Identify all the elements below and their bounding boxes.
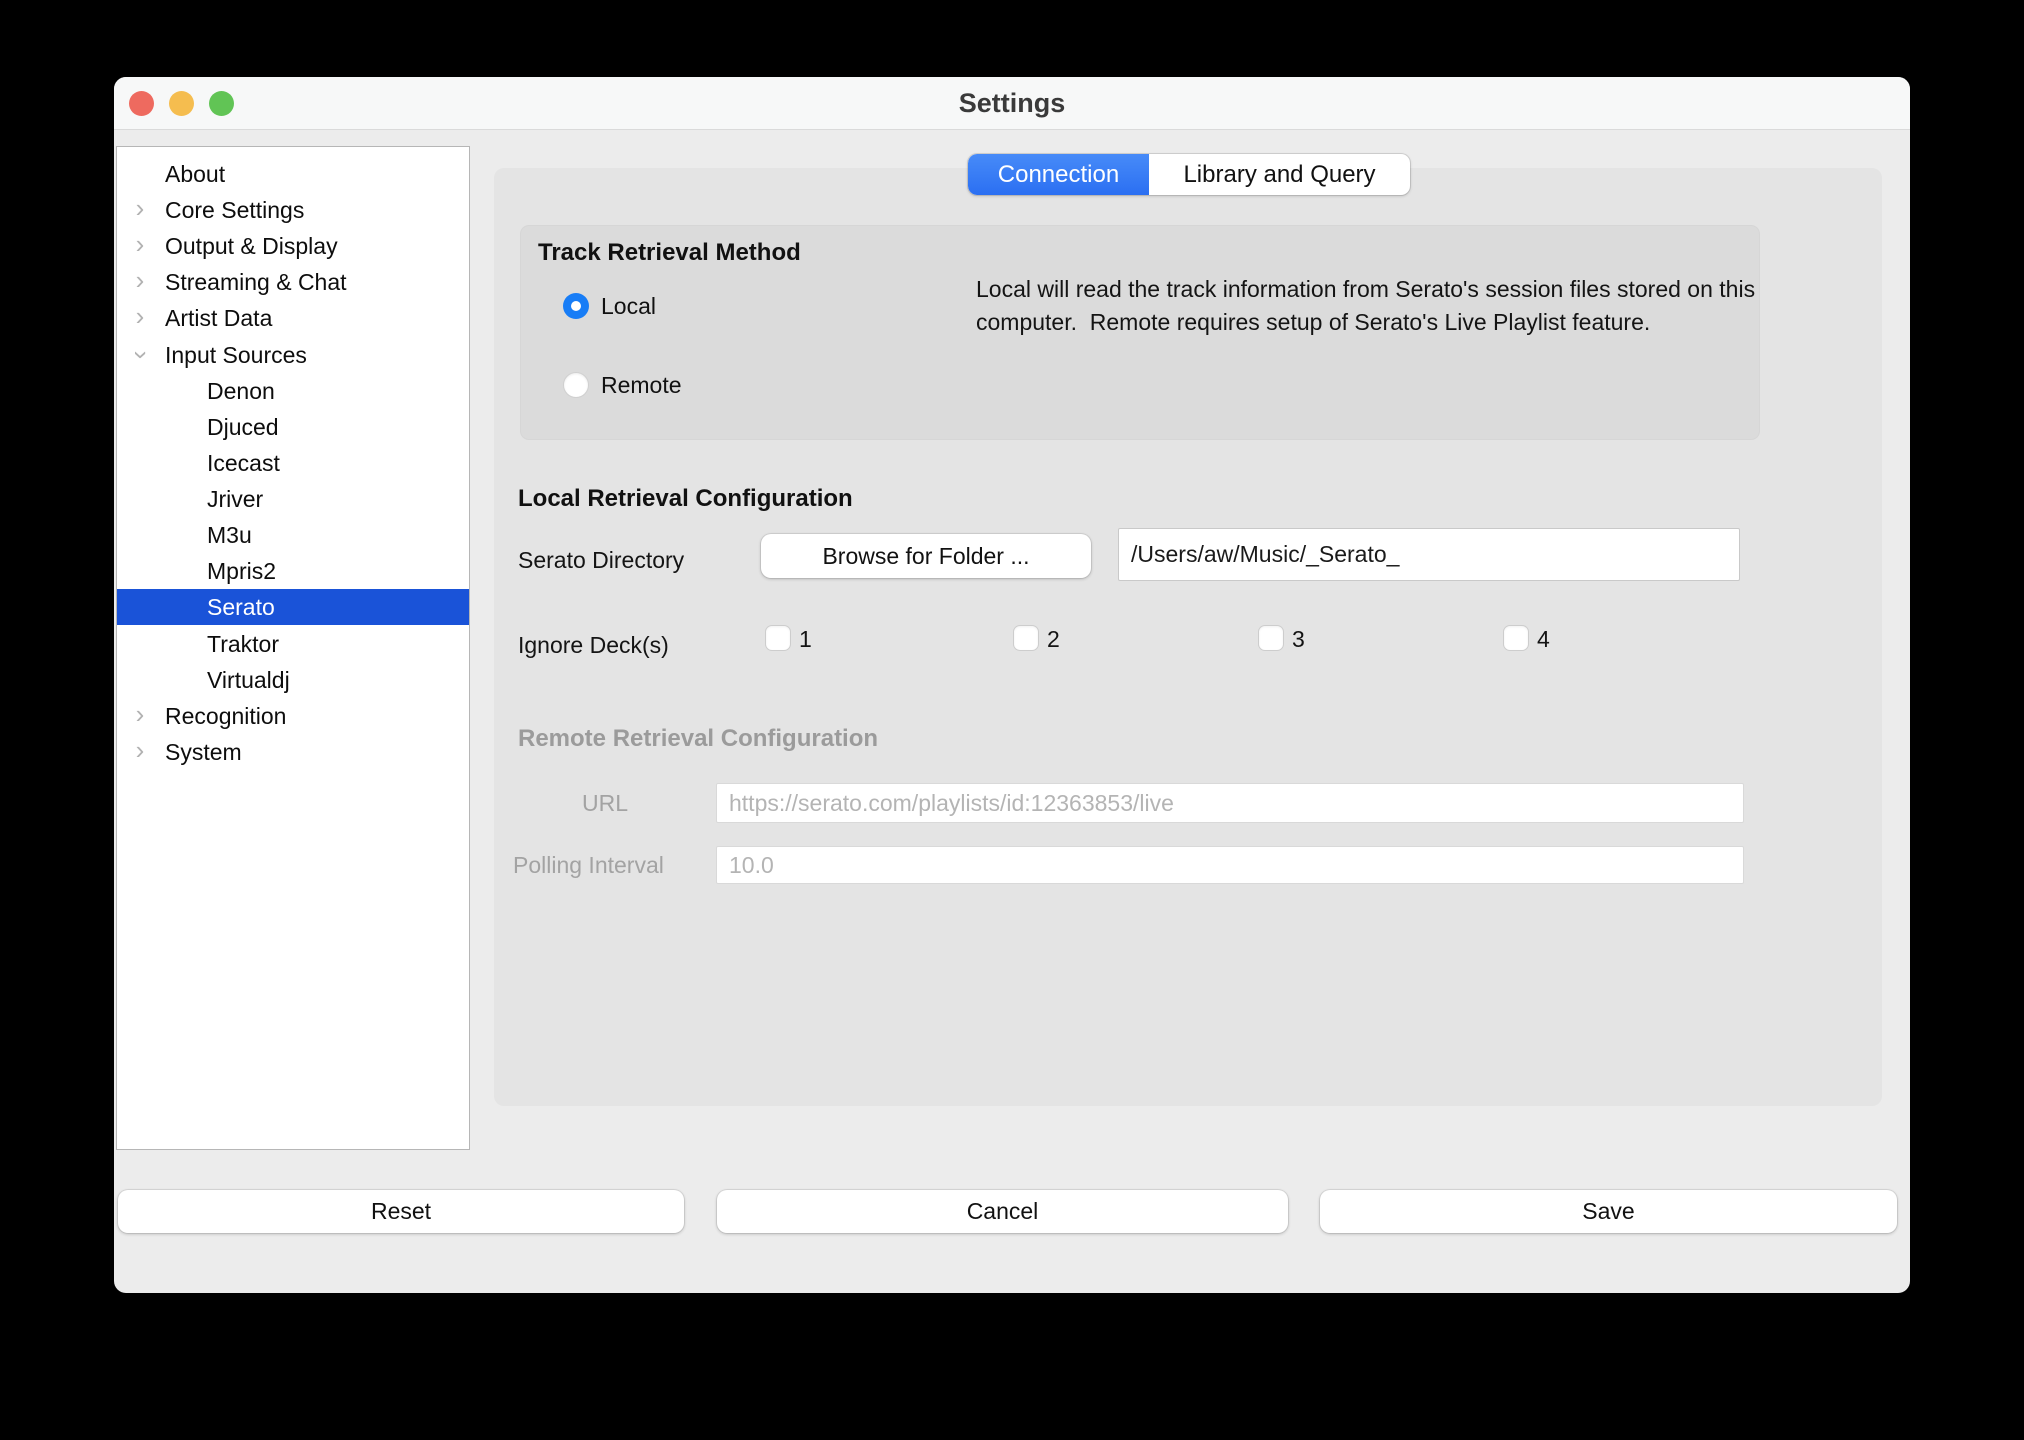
browse-for-folder-button[interactable]: Browse for Folder ... (761, 534, 1091, 578)
tab-connection[interactable]: Connection (968, 154, 1149, 195)
save-button[interactable]: Save (1320, 1190, 1897, 1233)
tab-library-and-query[interactable]: Library and Query (1149, 154, 1410, 195)
settings-window: Settings About Core Settings Output & Di… (114, 77, 1910, 1293)
sidebar-item-input-sources[interactable]: Input Sources (117, 337, 469, 373)
settings-nav-tree: About Core Settings Output & Display Str… (116, 146, 470, 1150)
sidebar-item-traktor[interactable]: Traktor (117, 626, 469, 662)
chevron-down-icon[interactable] (122, 342, 158, 368)
sidebar-item-m3u[interactable]: M3u (117, 517, 469, 553)
sidebar-item-mpris2[interactable]: Mpris2 (117, 553, 469, 589)
track-retrieval-method-group: Track Retrieval Method Local Remote Loca… (520, 225, 1760, 440)
sidebar-item-streaming-chat[interactable]: Streaming & Chat (117, 264, 469, 300)
sidebar-item-output-display[interactable]: Output & Display (117, 228, 469, 264)
remote-config-heading: Remote Retrieval Configuration (518, 725, 878, 753)
chevron-right-icon[interactable] (127, 734, 153, 770)
sidebar-item-denon[interactable]: Denon (117, 373, 469, 409)
deck-1-checkbox[interactable] (765, 625, 791, 651)
deck-1-label: 1 (799, 626, 812, 652)
ignore-decks-label: Ignore Deck(s) (518, 632, 669, 659)
deck-3-label: 3 (1292, 626, 1305, 652)
tab-bar: Connection Library and Query (968, 154, 1410, 195)
cancel-button[interactable]: Cancel (717, 1190, 1288, 1233)
chevron-right-icon[interactable] (127, 698, 153, 734)
chevron-right-icon[interactable] (127, 264, 153, 300)
retrieval-method-description: Local will read the track information fr… (976, 273, 1766, 338)
sidebar-item-core-settings[interactable]: Core Settings (117, 192, 469, 228)
local-radio-label[interactable]: Local (601, 293, 656, 319)
sidebar-item-djuced[interactable]: Djuced (117, 409, 469, 445)
serato-directory-input[interactable] (1118, 528, 1740, 581)
sidebar-item-jriver[interactable]: Jriver (117, 481, 469, 517)
zoom-window-icon[interactable] (209, 91, 234, 116)
sidebar-item-system[interactable]: System (117, 734, 469, 770)
minimize-window-icon[interactable] (169, 91, 194, 116)
url-label: URL (582, 790, 628, 817)
local-radio[interactable] (563, 293, 589, 319)
local-radio-row[interactable]: Local (563, 293, 656, 320)
window-title: Settings (114, 77, 1910, 129)
remote-radio-label[interactable]: Remote (601, 372, 682, 398)
serato-directory-label: Serato Directory (518, 547, 684, 574)
deck-4-checkbox[interactable] (1503, 625, 1529, 651)
chevron-right-icon[interactable] (127, 228, 153, 264)
title-bar: Settings (114, 77, 1910, 130)
sidebar-item-virtualdj[interactable]: Virtualdj (117, 662, 469, 698)
sidebar-item-recognition[interactable]: Recognition (117, 698, 469, 734)
polling-interval-label: Polling Interval (513, 852, 664, 879)
deck-4-label: 4 (1537, 626, 1550, 652)
url-input (716, 783, 1744, 823)
sidebar-item-icecast[interactable]: Icecast (117, 445, 469, 481)
chevron-right-icon[interactable] (127, 300, 153, 336)
deck-2-checkbox[interactable] (1013, 625, 1039, 651)
remote-radio[interactable] (563, 372, 589, 398)
close-window-icon[interactable] (129, 91, 154, 116)
track-retrieval-method-heading: Track Retrieval Method (538, 239, 801, 267)
deck-2-label: 2 (1047, 626, 1060, 652)
polling-interval-input (716, 846, 1744, 884)
sidebar-item-about[interactable]: About (117, 156, 469, 192)
local-config-heading: Local Retrieval Configuration (518, 485, 853, 513)
remote-radio-row[interactable]: Remote (563, 372, 682, 399)
reset-button[interactable]: Reset (118, 1190, 684, 1233)
deck-3-checkbox[interactable] (1258, 625, 1284, 651)
sidebar-item-serato[interactable]: Serato (117, 589, 469, 625)
sidebar-item-artist-data[interactable]: Artist Data (117, 300, 469, 336)
chevron-right-icon[interactable] (127, 192, 153, 228)
